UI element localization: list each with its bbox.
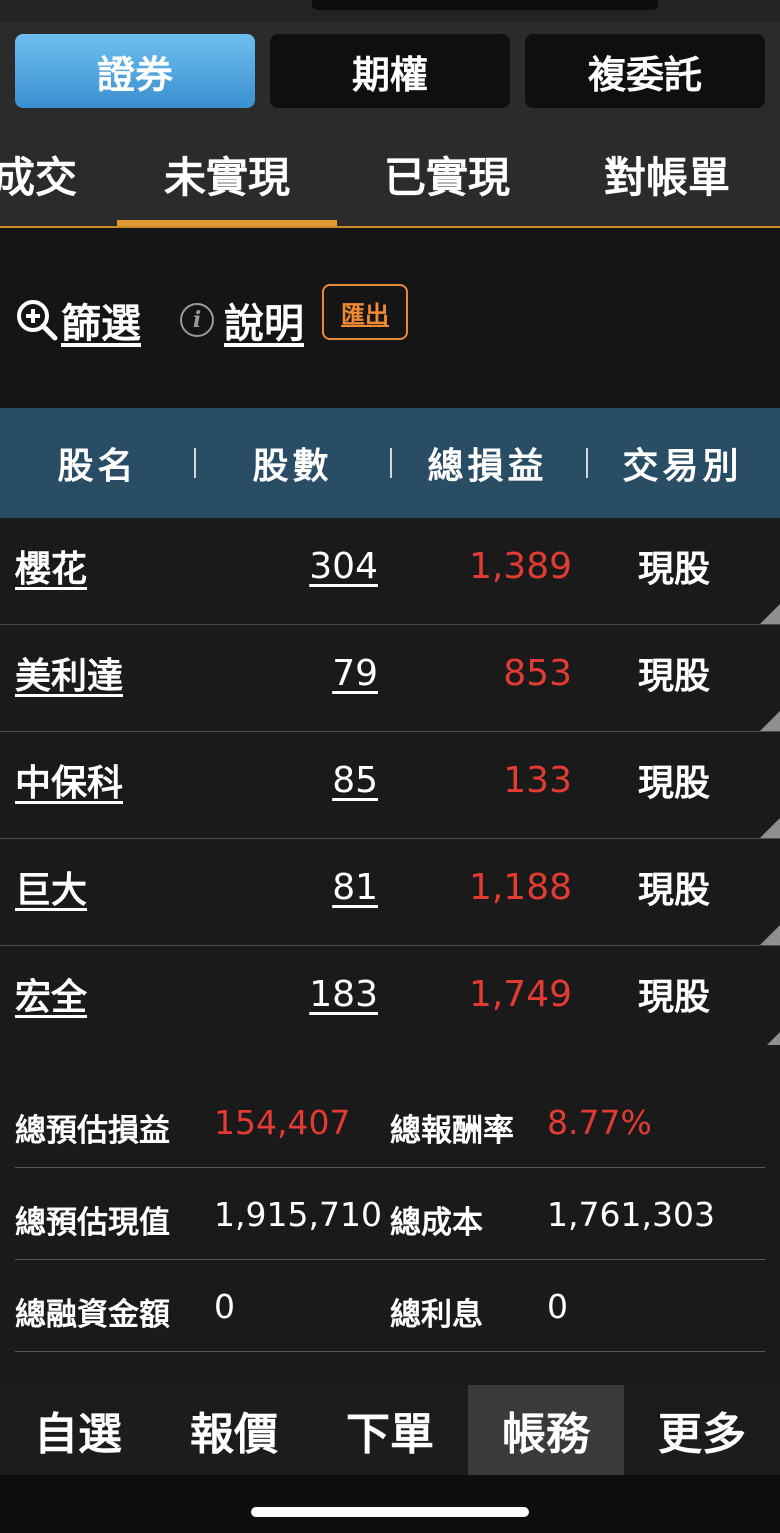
total-cost-value: 1,761,303 — [547, 1195, 715, 1234]
est-pl-value: 154,407 — [214, 1103, 351, 1142]
header-divider — [194, 448, 196, 478]
positions-list: 櫻花 304 1,389 現股 美利達 79 853 現股 中保科 85 133… — [0, 518, 780, 1053]
nav-more[interactable]: 更多 — [624, 1385, 780, 1475]
filter-label: 篩選 — [61, 301, 141, 347]
shares-link[interactable]: 81 — [332, 839, 378, 935]
expand-corner-icon[interactable] — [760, 818, 780, 838]
summary-panel: 總預估損益 154,407 總報酬率 8.77% 總預估現值 1,915,710… — [0, 1045, 780, 1385]
tab-unrealized[interactable]: 未實現 — [117, 122, 337, 226]
return-rate-value: 8.77% — [547, 1103, 652, 1142]
status-strip — [0, 0, 780, 22]
info-icon: i — [180, 303, 214, 337]
margin-amount-label: 總融資金額 — [15, 1297, 170, 1333]
header-shares: 股數 — [252, 446, 333, 487]
total-interest-value: 0 — [547, 1287, 568, 1326]
shares-link[interactable]: 79 — [332, 625, 378, 721]
shares-link[interactable]: 85 — [332, 732, 378, 828]
trade-type-value: 現股 — [638, 977, 711, 1018]
total-pl-value: 853 — [503, 652, 572, 694]
expand-corner-icon[interactable] — [760, 711, 780, 731]
header-divider — [586, 448, 588, 478]
account-tabs: 成交 未實現 已實現 對帳單 — [0, 122, 780, 228]
export-button[interactable]: 匯出 — [322, 284, 408, 340]
expand-corner-icon[interactable] — [760, 925, 780, 945]
trade-type-value: 現股 — [638, 763, 711, 804]
status-bar-shape — [312, 0, 658, 10]
table-row[interactable]: 美利達 79 853 現股 — [0, 625, 780, 732]
home-indicator[interactable] — [251, 1507, 529, 1517]
table-row[interactable]: 中保科 85 133 現股 — [0, 732, 780, 839]
shares-link[interactable]: 183 — [309, 946, 378, 1042]
tab-realized[interactable]: 已實現 — [337, 122, 557, 226]
total-cost-label: 總成本 — [390, 1205, 483, 1241]
total-pl-value: 1,188 — [468, 866, 572, 908]
tab-executed[interactable]: 成交 — [0, 122, 90, 226]
zoom-in-icon — [17, 300, 58, 341]
stock-name-link[interactable]: 美利達 — [15, 625, 123, 721]
tab-statement[interactable]: 對帳單 — [557, 122, 777, 226]
summary-divider — [15, 1167, 765, 1168]
trade-type-value: 現股 — [638, 656, 711, 697]
segment-securities[interactable]: 證券 — [15, 34, 255, 108]
stock-name-link[interactable]: 中保科 — [15, 732, 123, 828]
table-row[interactable]: 櫻花 304 1,389 現股 — [0, 518, 780, 625]
header-total-pl: 總損益 — [427, 446, 548, 487]
stock-name-link[interactable]: 宏全 — [15, 946, 87, 1042]
trade-type-value: 現股 — [638, 870, 711, 911]
help-button[interactable]: i 說明 — [180, 290, 304, 350]
stock-name-link[interactable]: 巨大 — [15, 839, 87, 935]
summary-divider — [15, 1351, 765, 1352]
nav-order[interactable]: 下單 — [312, 1385, 468, 1475]
nav-watchlist[interactable]: 自選 — [0, 1385, 156, 1475]
trade-type-value: 現股 — [638, 549, 711, 590]
total-pl-value: 1,389 — [468, 545, 572, 587]
table-row[interactable]: 宏全 183 1,749 現股 — [0, 946, 780, 1053]
return-rate-label: 總報酬率 — [390, 1113, 514, 1149]
est-pl-label: 總預估損益 — [15, 1113, 170, 1149]
nav-quotes[interactable]: 報價 — [156, 1385, 312, 1475]
home-indicator-area — [0, 1475, 780, 1533]
total-pl-value: 1,749 — [468, 973, 572, 1015]
filter-toolbar: 篩選 i 說明 匯出 — [0, 228, 780, 408]
segment-sub-brokerage[interactable]: 複委託 — [525, 34, 765, 108]
nav-account[interactable]: 帳務 — [468, 1385, 624, 1475]
margin-amount-value: 0 — [214, 1287, 235, 1326]
shares-link[interactable]: 304 — [309, 518, 378, 614]
segment-options[interactable]: 期權 — [270, 34, 510, 108]
total-interest-label: 總利息 — [390, 1297, 483, 1333]
est-value-label: 總預估現值 — [15, 1205, 170, 1241]
header-trade-type: 交易別 — [622, 446, 743, 487]
summary-divider — [15, 1259, 765, 1260]
help-label: 說明 — [224, 301, 304, 347]
table-row[interactable]: 巨大 81 1,188 現股 — [0, 839, 780, 946]
est-value-value: 1,915,710 — [214, 1195, 382, 1234]
total-pl-value: 133 — [503, 759, 572, 801]
expand-corner-icon[interactable] — [760, 604, 780, 624]
stock-name-link[interactable]: 櫻花 — [15, 518, 87, 614]
filter-button[interactable]: 篩選 — [15, 290, 141, 350]
bottom-nav: 自選 報價 下單 帳務 更多 — [0, 1385, 780, 1475]
header-divider — [390, 448, 392, 478]
market-segment-bar: 證券 期權 複委託 — [0, 22, 780, 122]
header-stock-name: 股名 — [57, 446, 138, 487]
